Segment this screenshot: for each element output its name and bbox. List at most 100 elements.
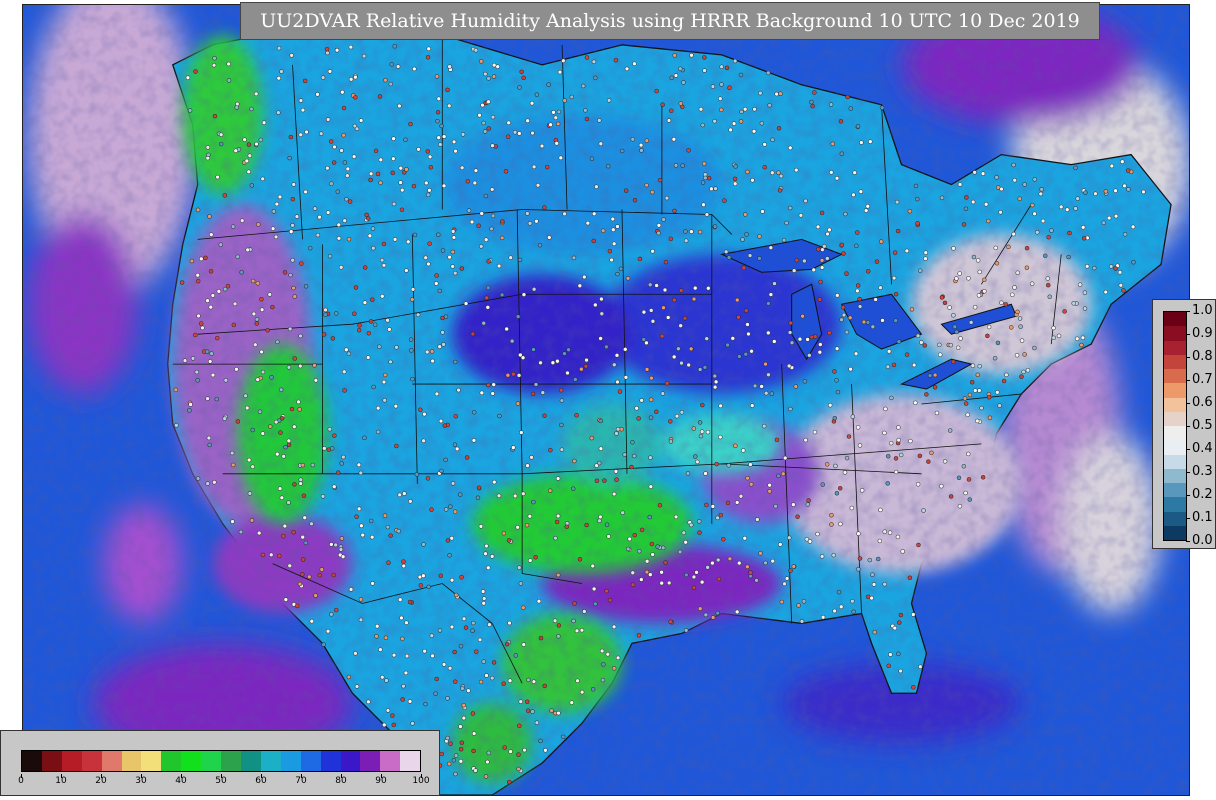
station-marker <box>445 538 451 543</box>
station-marker <box>705 429 711 435</box>
station-marker <box>371 245 376 251</box>
station-marker <box>273 234 279 240</box>
station-marker <box>606 98 612 103</box>
station-marker <box>558 155 564 161</box>
station-marker <box>893 291 899 297</box>
station-marker <box>882 529 887 534</box>
station-marker <box>504 641 510 647</box>
station-marker <box>843 211 848 217</box>
station-marker <box>846 434 852 439</box>
station-marker <box>524 522 530 528</box>
station-marker <box>732 176 738 182</box>
station-marker <box>766 301 771 306</box>
rh-tick-label: 40 <box>175 776 187 786</box>
weight-color-segment <box>1164 497 1186 512</box>
station-marker <box>208 269 214 274</box>
station-marker <box>529 455 534 460</box>
map-title: UU2DVAR Relative Humidity Analysis using… <box>240 2 1100 40</box>
rh-color-segment <box>201 751 222 771</box>
station-marker <box>968 320 974 325</box>
station-marker <box>583 364 589 369</box>
rh-color-segment <box>380 751 401 771</box>
station-marker <box>400 697 405 702</box>
weight-color-segment <box>1164 397 1186 412</box>
station-marker <box>683 628 689 633</box>
rh-color-segment <box>181 751 202 771</box>
station-marker <box>555 476 561 481</box>
station-marker <box>1032 345 1037 351</box>
station-marker <box>300 534 305 540</box>
station-marker <box>829 522 834 527</box>
station-marker <box>555 358 560 364</box>
station-marker <box>537 242 543 248</box>
station-marker <box>524 699 530 704</box>
station-marker <box>558 387 564 393</box>
station-marker <box>739 109 744 115</box>
station-marker <box>639 577 644 582</box>
station-marker <box>478 524 484 529</box>
station-marker <box>593 302 598 308</box>
station-marker <box>969 380 975 385</box>
station-marker <box>226 78 232 83</box>
station-marker <box>598 336 603 341</box>
station-marker <box>294 214 300 219</box>
station-marker <box>352 311 357 316</box>
station-marker <box>421 573 426 578</box>
station-marker <box>411 183 417 189</box>
station-marker <box>900 549 905 554</box>
station-marker <box>471 620 476 626</box>
station-marker <box>345 166 351 172</box>
station-marker <box>732 58 738 64</box>
station-marker <box>1113 188 1118 193</box>
station-marker <box>286 500 291 505</box>
station-marker <box>986 324 992 330</box>
station-marker <box>292 424 297 429</box>
station-marker <box>918 268 923 273</box>
station-marker <box>269 375 274 380</box>
station-marker <box>391 722 397 728</box>
station-marker <box>882 581 887 587</box>
station-marker <box>577 557 583 562</box>
station-marker <box>1032 211 1037 217</box>
station-marker <box>459 266 465 271</box>
station-marker <box>911 612 916 617</box>
station-marker <box>486 382 491 388</box>
station-marker <box>539 143 545 149</box>
station-marker <box>1071 301 1076 306</box>
map-panel <box>22 4 1190 796</box>
station-marker <box>1024 265 1030 270</box>
station-marker <box>766 372 771 378</box>
station-marker <box>517 85 522 90</box>
station-marker <box>731 121 737 126</box>
station-marker <box>392 44 398 49</box>
station-marker <box>799 619 805 624</box>
station-marker <box>929 450 934 456</box>
station-marker <box>755 517 760 522</box>
station-marker <box>429 507 434 512</box>
station-marker <box>501 681 506 686</box>
station-marker <box>388 81 394 87</box>
rh-color-segment <box>320 751 341 771</box>
weight-tick-label: 0.2 <box>1192 487 1213 502</box>
station-marker <box>458 492 463 497</box>
station-marker <box>788 406 793 412</box>
station-marker <box>660 102 665 107</box>
station-marker <box>531 499 536 505</box>
station-marker <box>445 87 450 93</box>
station-marker <box>384 678 389 683</box>
station-marker <box>382 513 388 518</box>
station-marker <box>410 721 415 726</box>
weight-color-segment <box>1164 383 1186 398</box>
station-marker <box>1084 264 1090 269</box>
station-marker <box>300 462 306 468</box>
station-marker <box>204 349 210 354</box>
station-marker <box>648 397 654 402</box>
station-marker <box>664 195 670 201</box>
station-marker <box>1058 204 1064 210</box>
station-marker <box>896 651 901 657</box>
station-marker <box>434 281 439 286</box>
station-marker <box>999 300 1004 305</box>
station-marker <box>855 283 861 288</box>
station-marker <box>277 553 282 559</box>
station-marker <box>832 415 838 421</box>
